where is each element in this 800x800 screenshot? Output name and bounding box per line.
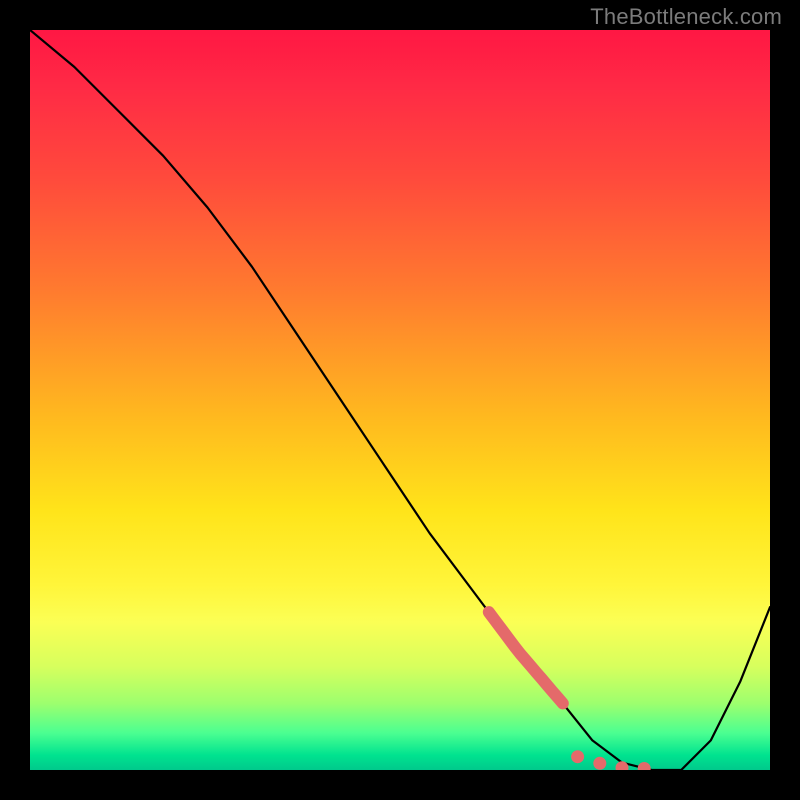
bottleneck-curve [30, 30, 770, 770]
highlight-dot [638, 762, 651, 770]
highlight-dot [571, 750, 584, 763]
highlight-dot [593, 757, 606, 770]
watermark-text: TheBottleneck.com [590, 4, 782, 30]
plot-area [30, 30, 770, 770]
curve-layer [30, 30, 770, 770]
chart-frame: TheBottleneck.com [0, 0, 800, 800]
highlight-dash [489, 612, 563, 703]
